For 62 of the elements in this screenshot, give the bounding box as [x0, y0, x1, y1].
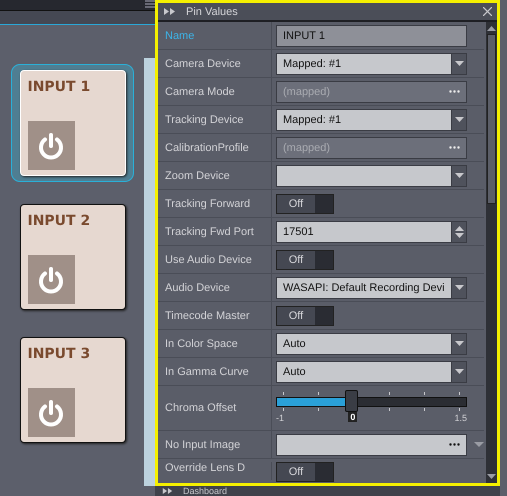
ellipsis-icon	[449, 146, 460, 149]
scroll-down-icon[interactable]	[487, 474, 496, 480]
property-label[interactable]: Audio Device	[158, 274, 272, 301]
input-card[interactable]: INPUT 1	[11, 64, 134, 182]
slider-thumb[interactable]	[345, 390, 358, 412]
dropdown-arrow-icon	[454, 116, 464, 122]
close-icon[interactable]	[483, 7, 492, 16]
name-field[interactable]: INPUT 1	[276, 24, 467, 46]
property-label[interactable]: Override Lens D	[158, 462, 272, 480]
slider-value: 0	[348, 412, 358, 422]
toggle-switch[interactable]: Off	[276, 462, 334, 482]
scroll-up-icon[interactable]	[487, 25, 496, 31]
property-label[interactable]: Tracking Forward	[158, 190, 272, 217]
power-button[interactable]	[28, 121, 74, 170]
collapse-arrows-icon[interactable]	[162, 488, 173, 494]
menu-icon[interactable]	[145, 0, 155, 8]
dropdown[interactable]: Mapped: #1	[276, 108, 467, 130]
dropdown-arrow-icon	[454, 340, 464, 346]
dropdown[interactable]: Auto	[276, 360, 467, 382]
power-button[interactable]	[28, 388, 74, 437]
scrollbar[interactable]	[486, 22, 497, 483]
toggle-switch[interactable]: Off	[276, 194, 334, 214]
dashboard-panel-header[interactable]: Dashboard	[155, 486, 500, 496]
property-label[interactable]: Chroma Offset	[158, 386, 272, 430]
panel-title: Pin Values	[186, 6, 239, 18]
card-title: INPUT 2	[28, 213, 92, 229]
toggle-switch[interactable]: Off	[276, 250, 334, 270]
dropdown[interactable]	[276, 164, 467, 186]
property-label[interactable]: Tracking Device	[158, 106, 272, 133]
dropdown-arrow-icon	[454, 368, 464, 374]
power-icon	[36, 264, 66, 294]
dropdown[interactable]: Auto	[276, 332, 467, 354]
property-label[interactable]: Tracking Fwd Port	[158, 218, 272, 245]
collapse-arrows-icon[interactable]	[164, 8, 175, 15]
dropdown-arrow-icon	[454, 60, 464, 66]
number-field[interactable]: 17501	[276, 220, 467, 242]
spinner-arrows-icon	[454, 226, 464, 238]
power-button[interactable]	[28, 255, 74, 304]
dropdown[interactable]: Mapped: #1	[276, 52, 467, 74]
scrollbar-thumb[interactable]	[487, 34, 496, 204]
slider-max-label: 1.5	[454, 412, 467, 424]
property-label[interactable]: No Input Image	[158, 431, 272, 458]
property-label[interactable]: Zoom Device	[158, 162, 272, 189]
power-icon	[36, 130, 66, 160]
property-label[interactable]: Use Audio Device	[158, 246, 272, 273]
dropdown[interactable]: WASAPI: Default Recording Devi	[276, 276, 467, 298]
dropdown-arrow-icon	[454, 172, 464, 178]
slider-track[interactable]	[276, 396, 467, 406]
property-label[interactable]: In Color Space	[158, 330, 272, 357]
toggle-switch[interactable]: Off	[276, 306, 334, 326]
file-field[interactable]	[276, 434, 467, 456]
slider-min-label: -1	[276, 412, 284, 424]
property-label[interactable]: Name	[158, 22, 272, 49]
dropdown-arrow-icon	[454, 284, 464, 290]
ellipsis-icon	[449, 90, 460, 93]
property-label[interactable]: Camera Device	[158, 50, 272, 77]
card-title: INPUT 3	[28, 346, 92, 362]
property-label[interactable]: In Gamma Curve	[158, 358, 272, 385]
property-label[interactable]: Timecode Master	[158, 302, 272, 329]
card-title: INPUT 1	[28, 79, 92, 95]
power-icon	[36, 398, 66, 428]
ellipsis-icon	[449, 443, 460, 446]
